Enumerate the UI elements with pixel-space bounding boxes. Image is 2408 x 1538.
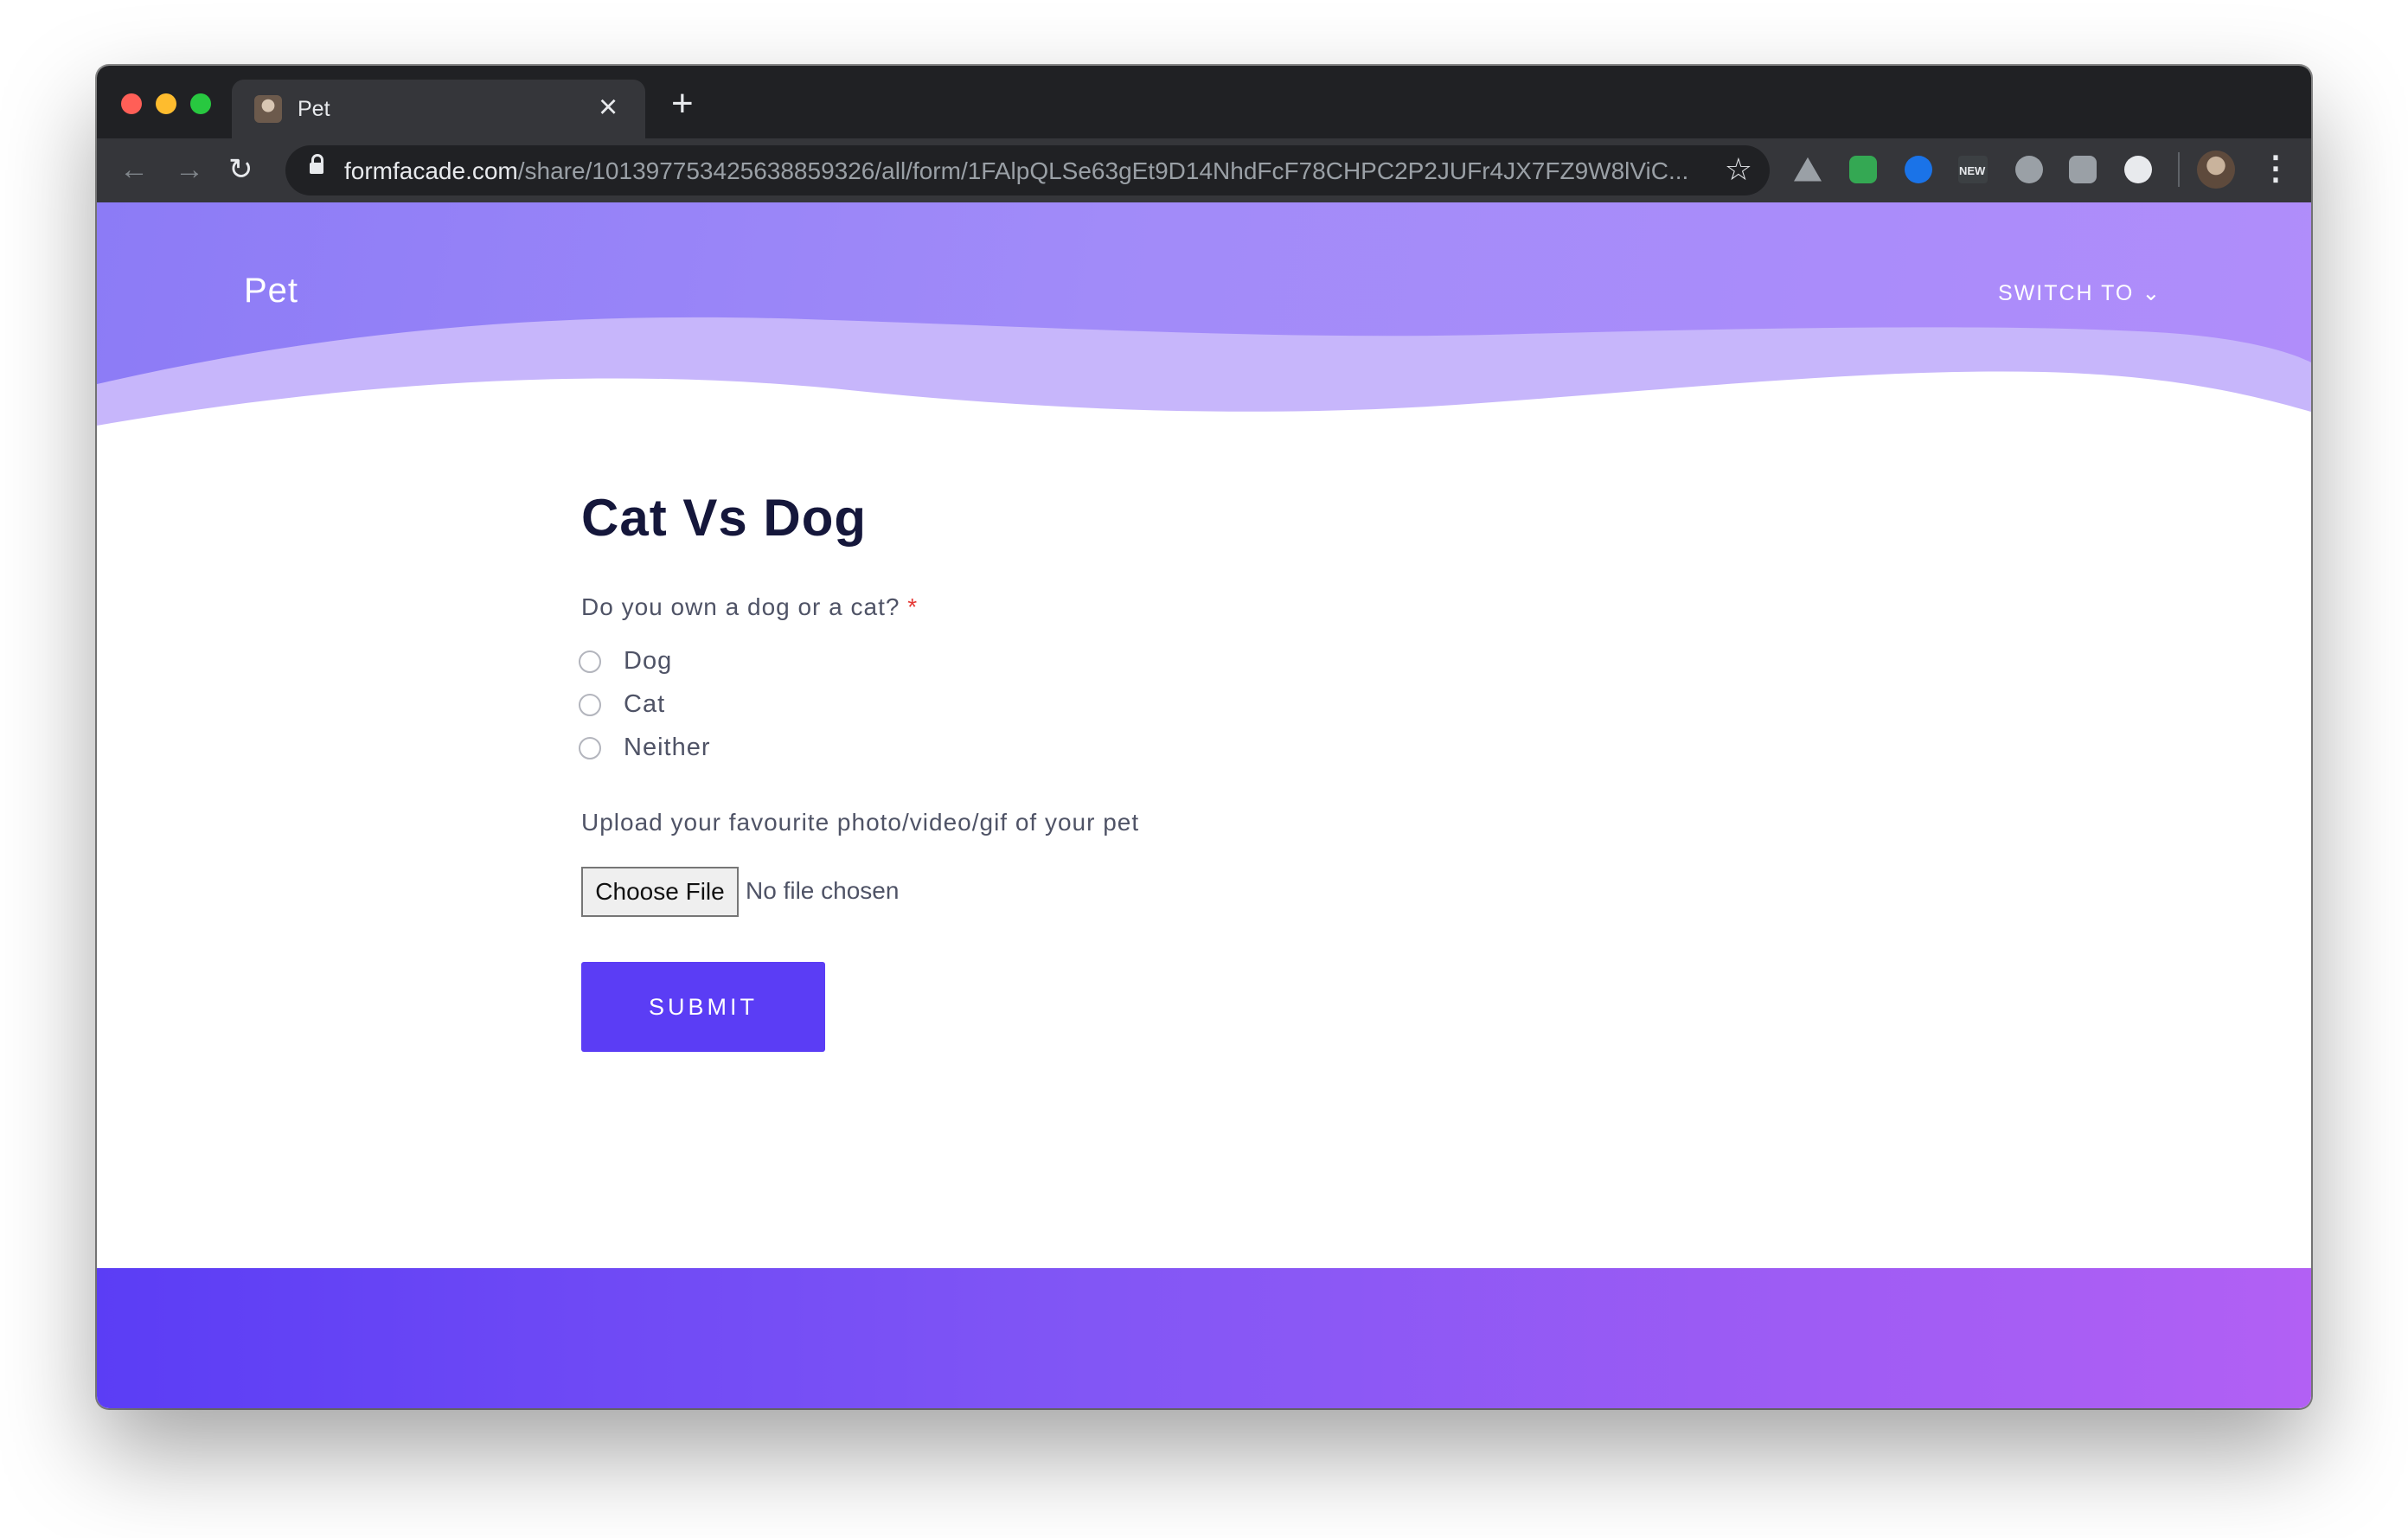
u-extension-icon[interactable] [2015, 156, 2043, 183]
new-badge-extension-icon[interactable]: NEW [1958, 156, 1988, 183]
question-label: Do you own a dog or a cat? * [581, 593, 918, 621]
upload-label: Upload your favourite photo/video/gif of… [581, 809, 1140, 836]
forward-arrow-icon[interactable]: → [175, 151, 204, 189]
url-path: /share/101397753425638859326/all/form/1F… [517, 157, 1689, 184]
tab-strip: Pet × + [97, 66, 2311, 138]
question-text: Do you own a dog or a cat? [581, 593, 900, 620]
minimize-window-button[interactable] [156, 93, 176, 114]
address-bar[interactable]: formfacade.com/share/1013977534256388593… [285, 145, 1770, 195]
browser-tab[interactable]: Pet × [232, 80, 645, 138]
radio-circle-icon[interactable] [579, 737, 601, 759]
close-window-button[interactable] [121, 93, 142, 114]
chat-extension-icon[interactable] [2069, 156, 2097, 183]
tab-title: Pet [298, 97, 330, 121]
option-label: Dog [624, 647, 673, 675]
close-tab-icon[interactable]: × [599, 90, 618, 125]
file-status-text: No file chosen [746, 877, 900, 904]
option-label: Neither [624, 734, 711, 761]
url-host: formfacade.com [344, 157, 518, 184]
page-content: Pet SWITCH TO ⌄ Cat Vs Dog Do you own a … [97, 202, 2311, 1408]
new-tab-icon[interactable]: + [671, 85, 694, 123]
back-arrow-icon[interactable]: ← [119, 151, 149, 189]
footer-band [97, 1268, 2311, 1408]
choose-file-button[interactable]: Choose File [581, 867, 739, 917]
radio-circle-icon[interactable] [579, 694, 601, 716]
maximize-window-button[interactable] [190, 93, 211, 114]
profile-avatar[interactable] [2197, 151, 2235, 189]
browser-menu-icon[interactable]: ⋮ [2259, 149, 2292, 189]
form-title: Cat Vs Dog [581, 489, 868, 547]
browser-window: Pet × + ← → ↻ formfacade.com/share/10139… [97, 66, 2311, 1408]
lock-icon [310, 154, 323, 174]
option-label: Cat [624, 690, 666, 718]
tab-favicon-icon [254, 95, 282, 123]
bookmark-star-icon[interactable]: ☆ [1725, 152, 1752, 187]
url-text[interactable]: formfacade.com/share/1013977534256388593… [344, 157, 1688, 185]
circle-extension-icon[interactable] [2124, 156, 2152, 183]
toolbar-divider [2178, 152, 2180, 187]
hero-wave-divider [97, 317, 2311, 462]
required-asterisk: * [907, 593, 919, 620]
radio-circle-icon[interactable] [579, 650, 601, 673]
mail-extension-icon[interactable] [1849, 156, 1877, 183]
submit-button[interactable]: SUBMIT [581, 962, 825, 1052]
reload-icon[interactable]: ↻ [228, 151, 253, 189]
extension-badge-text: NEW [1959, 164, 1986, 177]
compass-extension-icon[interactable] [1905, 156, 1932, 183]
